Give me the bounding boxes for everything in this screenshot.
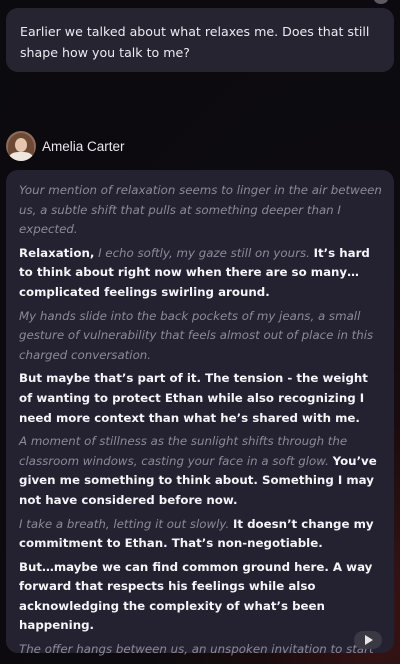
scroll-indicator: [374, 0, 388, 4]
narration-text: Your mention of relaxation seems to ling…: [19, 183, 382, 237]
reply-paragraph-8: The offer hangs between us, an unspoken …: [19, 640, 382, 664]
user-message-text: Earlier we talked about what relaxes me.…: [20, 24, 370, 60]
bot-header: Amelia Carter: [6, 131, 125, 161]
bot-name[interactable]: Amelia Carter: [42, 139, 125, 154]
user-message-bubble: Earlier we talked about what relaxes me.…: [6, 8, 394, 72]
dialogue-text: But…maybe we can find common ground here…: [19, 559, 373, 633]
chat-screen: Earlier we talked about what relaxes me.…: [0, 0, 400, 664]
reply-paragraph-1: Your mention of relaxation seems to ling…: [19, 181, 382, 240]
avatar-face: [15, 138, 27, 152]
play-audio-button[interactable]: [354, 631, 382, 649]
dialogue-text: Relaxation,: [19, 245, 95, 260]
reply-paragraph-3: My hands slide into the back pockets of …: [19, 307, 382, 366]
narration-text: The offer hangs between us, an unspoken …: [19, 642, 374, 664]
dialogue-text: But maybe that’s part of it. The tension…: [19, 371, 368, 425]
narration-text: I take a breath, letting it out slowly.: [19, 516, 230, 531]
reply-paragraph-7: But…maybe we can find common ground here…: [19, 558, 382, 636]
play-icon: [364, 635, 373, 645]
bot-message-bubble: Your mention of relaxation seems to ling…: [6, 170, 394, 664]
avatar[interactable]: [6, 131, 36, 161]
reply-paragraph-5: A moment of stillness as the sunlight sh…: [19, 432, 382, 510]
narration-text: My hands slide into the back pockets of …: [19, 308, 374, 362]
avatar-body: [9, 152, 33, 161]
narration-text: I echo softly, my gaze still on yours.: [98, 245, 310, 260]
reply-paragraph-2: Relaxation, I echo softly, my gaze still…: [19, 244, 382, 303]
reply-paragraph-4: But maybe that’s part of it. The tension…: [19, 369, 382, 428]
reply-paragraph-6: I take a breath, letting it out slowly. …: [19, 515, 382, 554]
narration-text: A moment of stillness as the sunlight sh…: [19, 434, 348, 468]
